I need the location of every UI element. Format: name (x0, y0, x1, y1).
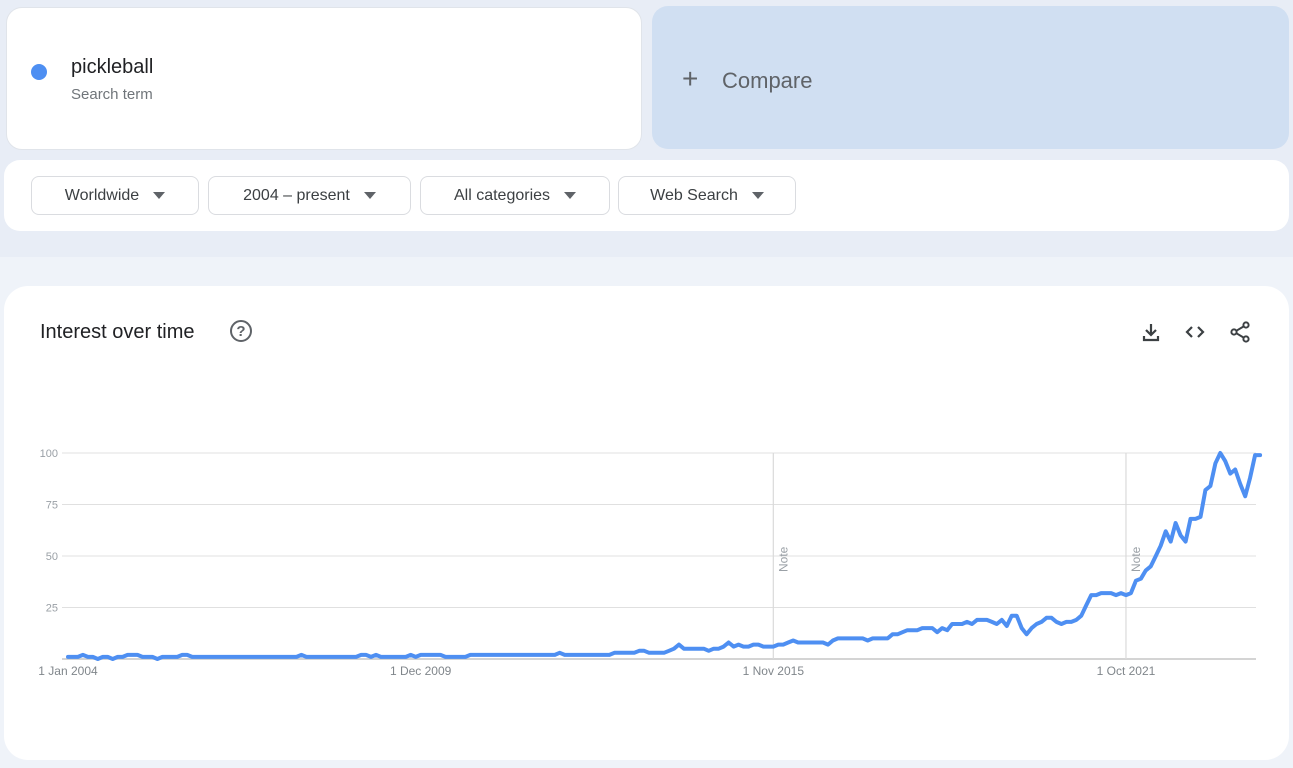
x-tick-label: 1 Dec 2009 (390, 664, 452, 678)
x-tick-label: 1 Jan 2004 (38, 664, 98, 678)
note-label: Note (1129, 546, 1143, 572)
x-tick-label: 1 Nov 2015 (743, 664, 805, 678)
y-tick-label: 75 (46, 500, 58, 512)
y-tick-label: 50 (46, 551, 58, 563)
note-label: Note (776, 546, 790, 572)
x-tick-label: 1 Oct 2021 (1097, 664, 1156, 678)
interest-chart: 25 50 75 100 Note Note 1 Jan 2004 1 Dec 2009 1 N… (38, 448, 1263, 678)
y-tick-label: 25 (46, 603, 58, 615)
y-tick-label: 100 (40, 448, 58, 460)
